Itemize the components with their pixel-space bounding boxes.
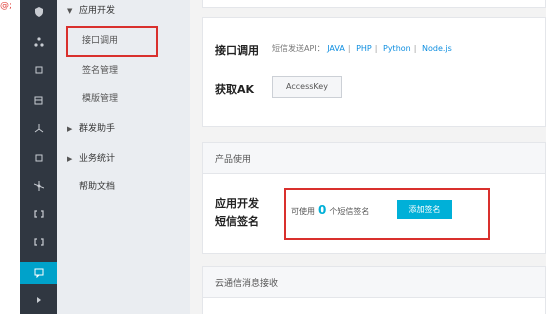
caret-down-icon: ▼ (67, 7, 73, 15)
cloud-heading: 云通信消息接收 (215, 279, 279, 289)
link-php[interactable]: PHP (356, 44, 372, 53)
sidebar-item-label: 签名管理 (82, 66, 119, 76)
caret-right-icon: ▶ (67, 125, 73, 133)
cloud-panel: 云通信消息接收 (202, 266, 546, 314)
square-icon[interactable] (20, 60, 57, 80)
cloud-panel-header: 云通信消息接收 (203, 267, 545, 298)
api-prefix: 短信发送API： (272, 44, 325, 53)
shield-icon[interactable] (20, 2, 57, 22)
link-separator: | (374, 44, 378, 53)
sidebar-item-label: 帮助文档 (79, 182, 116, 192)
sidebar-item-label: 群发助手 (79, 124, 116, 134)
highlight-box-signature (284, 188, 490, 240)
link-separator: | (347, 44, 351, 53)
sidebar-item-label: 业务统计 (79, 154, 116, 164)
api-label: 接口调用 (215, 44, 259, 57)
sidebar-item-template-manage[interactable]: 模版管理 (57, 88, 190, 110)
tripod-icon[interactable] (20, 118, 57, 138)
link-python[interactable]: Python (383, 44, 411, 53)
product-title-line1: 应用开发 (215, 197, 259, 210)
api-panel (202, 17, 546, 127)
product-heading: 产品使用 (215, 155, 252, 165)
sidebar-item-label: 应用开发 (79, 6, 116, 16)
product-panel-header: 产品使用 (203, 143, 545, 174)
sidebar-item-help-docs[interactable]: 帮助文档 (57, 176, 190, 198)
ak-label: 获取AK (215, 83, 255, 96)
bracket-icon[interactable] (20, 204, 57, 224)
left-edge-strip: @; (0, 0, 20, 314)
nodes-icon[interactable] (20, 32, 57, 52)
square-small-icon[interactable] (20, 148, 57, 168)
icon-bar (20, 0, 57, 314)
caret-right-icon: ▶ (67, 155, 73, 163)
sidebar-item-bulk-send[interactable]: ▶ 群发助手 (57, 118, 190, 140)
link-separator: | (413, 44, 417, 53)
api-links: 短信发送API： JAVA | PHP | Python | Node.js (272, 43, 452, 54)
bracket-icon-2[interactable] (20, 232, 57, 252)
accesskey-button[interactable]: AccessKey (272, 76, 342, 98)
sidebar-item-statistics[interactable]: ▶ 业务统计 (57, 148, 190, 170)
network-icon[interactable] (20, 176, 57, 196)
notification-icon[interactable]: @; (0, 0, 20, 12)
sidebar-item-label: 模版管理 (82, 94, 119, 104)
sidebar-item-app-dev[interactable]: ▼ 应用开发 (57, 0, 190, 22)
box-icon[interactable] (20, 90, 57, 110)
link-nodejs[interactable]: Node.js (422, 44, 452, 53)
product-title-line2: 短信签名 (215, 215, 259, 228)
message-icon[interactable] (20, 262, 57, 284)
sidebar-item-signature-manage[interactable]: 签名管理 (57, 60, 190, 82)
highlight-box-sidebar (66, 26, 158, 57)
top-panel-fragment (202, 0, 546, 8)
link-java[interactable]: JAVA (327, 44, 345, 53)
expand-arrow-icon[interactable] (20, 290, 57, 310)
